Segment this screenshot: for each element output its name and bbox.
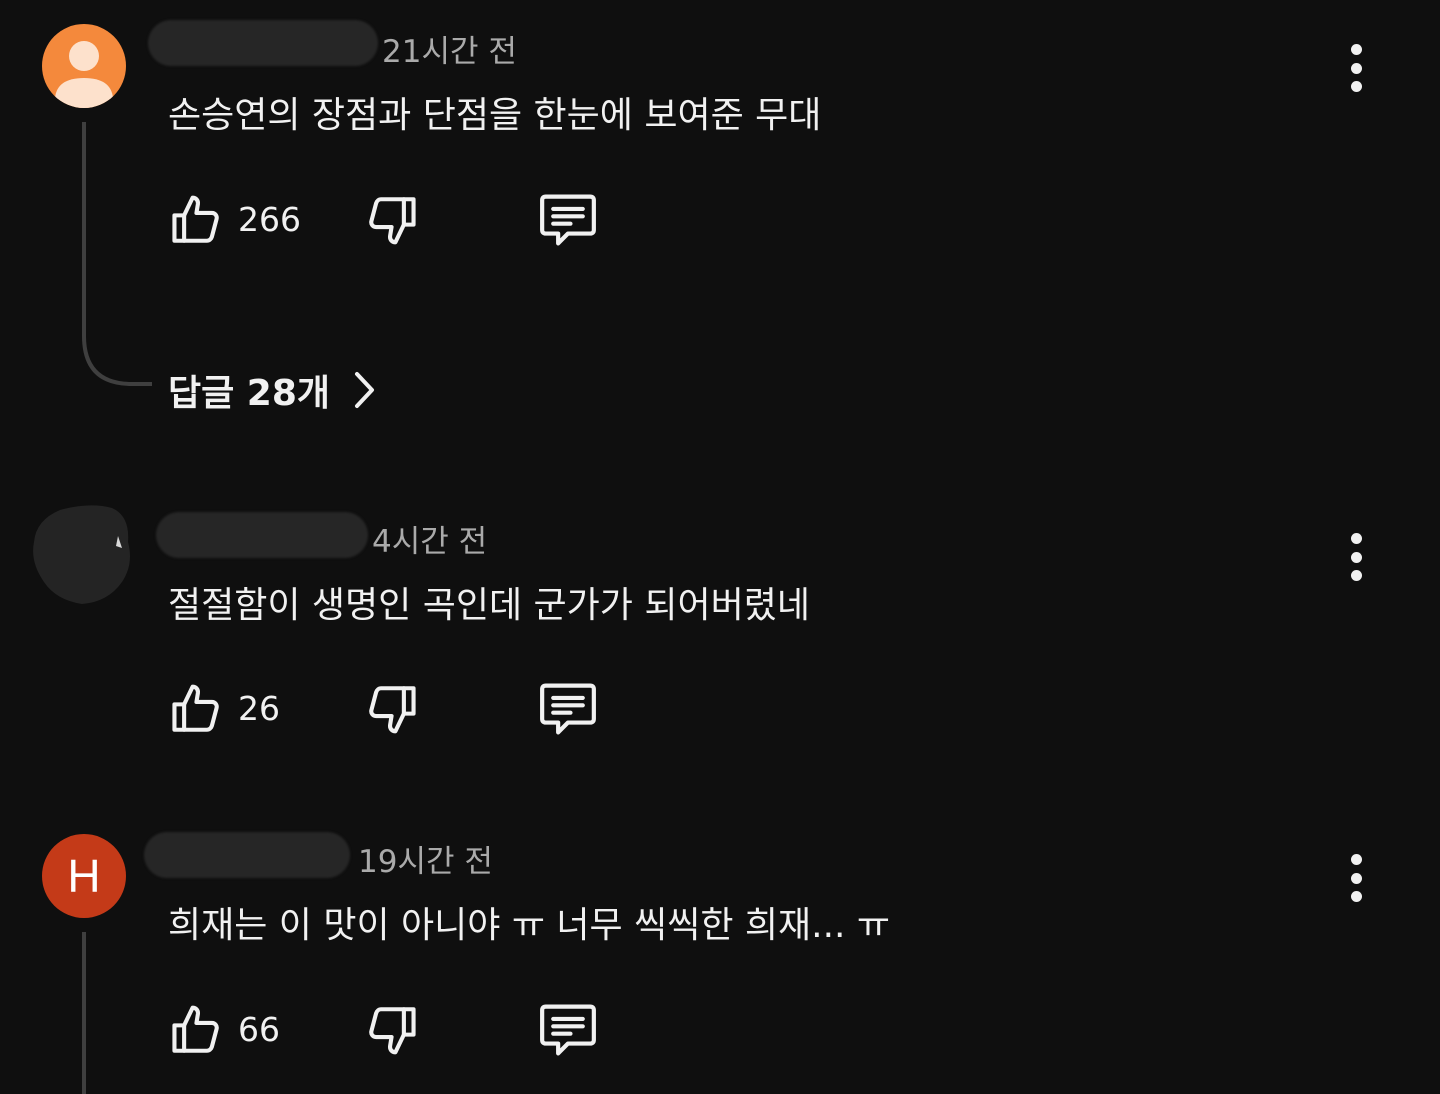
like-button[interactable]: 266 xyxy=(166,190,301,248)
reply-button[interactable] xyxy=(536,1000,600,1060)
like-button[interactable]: 66 xyxy=(166,1000,280,1058)
comment-text: 절절함이 생명인 곡인데 군가가 되어버렸네 xyxy=(168,585,810,626)
more-options-button[interactable] xyxy=(1338,44,1374,92)
dot-icon xyxy=(1350,570,1362,581)
dot-icon xyxy=(1350,872,1362,884)
dot-icon xyxy=(1350,533,1362,544)
comment-icon xyxy=(540,1004,596,1056)
dot-icon xyxy=(1350,854,1362,865)
like-count: 266 xyxy=(238,199,301,239)
dot-icon xyxy=(1350,81,1362,92)
like-count: 66 xyxy=(238,1009,280,1049)
dot-icon xyxy=(1350,891,1362,902)
comment-icon xyxy=(540,194,596,246)
username-redacted[interactable] xyxy=(144,832,350,878)
person-icon xyxy=(55,41,113,108)
avatar-redacted xyxy=(33,505,130,604)
username-redacted[interactable] xyxy=(156,512,368,558)
thumbs-up-icon xyxy=(172,684,219,732)
username-redacted[interactable] xyxy=(148,20,378,66)
like-button[interactable]: 26 xyxy=(166,679,280,737)
thumbs-down-icon xyxy=(369,686,416,734)
thumbs-down-icon xyxy=(369,1007,416,1055)
more-options-button[interactable] xyxy=(1338,533,1374,581)
reply-button[interactable] xyxy=(536,679,600,739)
thread-line xyxy=(82,122,86,318)
thread-curve xyxy=(82,312,152,386)
like-count: 26 xyxy=(238,688,280,728)
dislike-button[interactable] xyxy=(364,681,422,739)
thumbs-up-icon xyxy=(172,195,219,243)
comment-text: 희재는 이 맛이 아니야 ㅠ 너무 씩씩한 희재... ㅠ xyxy=(168,905,891,946)
comment-timestamp: 21시간 전 xyxy=(382,34,517,70)
view-replies-button[interactable]: 답글 28개 xyxy=(168,364,378,416)
comment-timestamp: 19시간 전 xyxy=(358,844,493,880)
avatar[interactable] xyxy=(42,24,126,108)
avatar[interactable] xyxy=(30,502,134,606)
comment-text: 손승연의 장점과 단점을 한눈에 보여준 무대 xyxy=(168,95,822,136)
thumbs-up-icon xyxy=(172,1005,219,1053)
chevron-right-icon xyxy=(355,372,374,408)
avatar[interactable]: H xyxy=(42,834,126,918)
thumbs-down-icon xyxy=(369,197,416,245)
reply-button[interactable] xyxy=(536,190,600,250)
dot-icon xyxy=(1350,551,1362,563)
comment-timestamp: 4시간 전 xyxy=(372,524,488,560)
more-options-button[interactable] xyxy=(1338,854,1374,902)
dislike-button[interactable] xyxy=(364,192,422,250)
avatar-letter: H xyxy=(67,850,101,902)
replies-label: 답글 28개 xyxy=(168,373,330,414)
dislike-button[interactable] xyxy=(364,1002,422,1060)
dot-icon xyxy=(1350,44,1362,55)
dot-icon xyxy=(1350,62,1362,74)
comment-icon xyxy=(540,683,596,735)
thread-line xyxy=(82,932,86,1094)
